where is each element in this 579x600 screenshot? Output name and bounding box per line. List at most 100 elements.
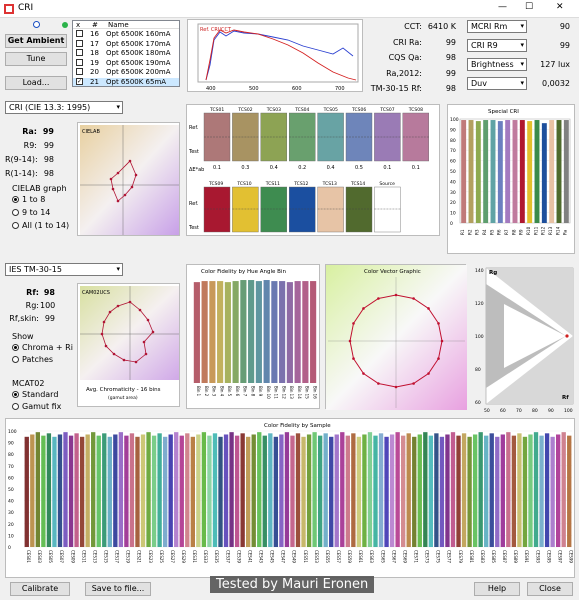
cam-point	[151, 330, 155, 334]
cielab-option-radio[interactable]	[12, 222, 19, 229]
sample-bar	[174, 432, 179, 547]
sample-x-tick: CES43	[258, 550, 263, 563]
minimize-button[interactable]: —	[498, 2, 507, 12]
green-status-icon	[62, 22, 68, 28]
row-checkbox[interactable]	[76, 30, 83, 37]
table-row[interactable]: 17 Opt 6500K 170mA	[73, 39, 179, 48]
cielab-option-radio[interactable]	[12, 196, 19, 203]
special-cri-bar	[483, 120, 489, 223]
cri-stat-label: R(9-14):	[5, 155, 38, 164]
row-checkbox[interactable]: ✓	[76, 78, 83, 85]
sample-bar	[434, 433, 439, 547]
cri-stat-value: 99	[43, 141, 54, 150]
vector-point	[394, 385, 398, 389]
sample-x-tick: CES35	[214, 550, 219, 563]
row-number: 18	[90, 49, 99, 58]
tcs-delta-e: 0.4	[327, 165, 335, 171]
metric-select[interactable]: Duv ▾	[467, 77, 527, 90]
table-row[interactable]: 19 Opt 6500K 190mA	[73, 58, 179, 67]
sample-bar	[522, 436, 528, 547]
sample-bar	[146, 432, 151, 547]
cam-point	[138, 308, 142, 312]
table-row[interactable]: 18 Opt 6500K 180mA	[73, 49, 179, 58]
special-cri-bar	[549, 120, 555, 223]
vector-point	[352, 322, 355, 325]
sample-bar	[329, 436, 334, 547]
tcs-name: TCS10	[236, 181, 251, 187]
table-row[interactable]: 20 Opt 6500K 200mA	[73, 68, 179, 76]
special-cri-bar	[490, 120, 496, 223]
hue-bin-bar	[224, 282, 231, 383]
row-checkbox[interactable]	[76, 49, 83, 57]
rf-axis-label: Rf	[562, 395, 569, 401]
sample-bar	[157, 433, 162, 547]
metric-select[interactable]: Brightness ▾	[467, 58, 527, 71]
special-cri-x-tick: R6	[497, 229, 502, 235]
sample-bar	[63, 432, 68, 547]
sample-bar	[395, 432, 400, 547]
metric-select[interactable]: MCRI Rm ▾	[467, 20, 527, 33]
sample-bar	[539, 435, 544, 547]
row-checkbox[interactable]	[76, 68, 83, 76]
metric-value: 6410 K	[427, 22, 456, 31]
show-option-radio[interactable]	[12, 344, 19, 351]
tm30-stat-value: 98	[43, 288, 55, 297]
cri-method-select[interactable]: CRI (CIE 13.3: 1995) ▾	[5, 101, 123, 114]
vector-point	[362, 307, 365, 310]
title-bar: CRI — ☐ ✕	[0, 0, 579, 18]
sample-x-tick: CES85	[491, 550, 496, 563]
measurement-table[interactable]: x # Name 16 Opt 6500K 160mA 17 Opt 6500K 17…	[72, 20, 180, 87]
show-option-label: Patches	[22, 355, 54, 364]
cielab-plot-panel: CIELAB	[77, 122, 180, 236]
hue-bin-x-tick: Bin 4	[219, 386, 224, 397]
mcat-option-radio[interactable]	[12, 403, 19, 410]
hue-bin-x-tick: Bin 16	[312, 386, 317, 399]
table-row[interactable]: 16 Opt 6500K 160mA	[73, 30, 179, 38]
app-icon	[4, 4, 14, 14]
window-title: CRI	[18, 3, 34, 13]
sample-bar	[500, 434, 505, 547]
close-button[interactable]: Close	[527, 582, 573, 596]
cri-method-value: CRI (CIE 13.3: 1995)	[9, 103, 91, 112]
tune-button[interactable]: Tune	[5, 52, 67, 66]
sample-bar	[207, 435, 212, 547]
hue-bin-x-tick: Bin 11	[274, 386, 279, 399]
special-cri-x-tick: R9	[519, 229, 524, 235]
special-cri-x-tick: R10	[526, 226, 531, 235]
save-to-file-button[interactable]: Save to file...	[85, 582, 151, 596]
calibrate-button[interactable]: Calibrate	[10, 582, 70, 596]
sample-bar	[517, 433, 522, 547]
row-checkbox[interactable]	[76, 39, 83, 47]
col-header-x[interactable]: x	[76, 21, 80, 29]
help-button[interactable]: Help	[474, 582, 520, 596]
col-header-num[interactable]: #	[92, 21, 98, 29]
metric-value: 99	[445, 37, 456, 47]
maximize-button[interactable]: ☐	[525, 2, 533, 12]
load-button[interactable]: Load...	[5, 76, 67, 90]
vector-point	[412, 382, 415, 385]
metric-select[interactable]: CRI R9 ▾	[467, 39, 527, 52]
cielab-option-radio[interactable]	[12, 209, 19, 216]
sample-x-tick: CES03	[37, 550, 42, 563]
cam-point	[104, 344, 108, 348]
mcat-option-radio[interactable]	[12, 391, 19, 398]
vector-point	[437, 322, 440, 325]
sample-bar	[555, 434, 561, 547]
sample-bar	[273, 436, 279, 547]
row-checkbox[interactable]	[76, 58, 83, 66]
close-window-button[interactable]: ✕	[556, 2, 564, 12]
get-ambient-button[interactable]: Get Ambient	[5, 34, 67, 48]
sample-bar	[295, 433, 301, 547]
sample-bar	[234, 435, 240, 547]
table-row[interactable]: ✓ 21 Opt 6500K 65mA	[73, 78, 179, 86]
tcs-swatch	[260, 186, 288, 233]
special-cri-x-tick: R2	[467, 229, 472, 235]
sample-x-tick: CES01	[26, 550, 31, 563]
tm30-method-select[interactable]: IES TM-30-15 ▾	[5, 263, 123, 276]
hue-bin-title: Color Fidelity by Hue Angle Bin	[201, 269, 286, 275]
sample-x-tick: CES19	[126, 550, 131, 563]
sample-bar	[445, 434, 450, 547]
cielab-point	[134, 173, 138, 177]
show-option-radio[interactable]	[12, 356, 19, 363]
col-header-name[interactable]: Name	[108, 21, 129, 29]
